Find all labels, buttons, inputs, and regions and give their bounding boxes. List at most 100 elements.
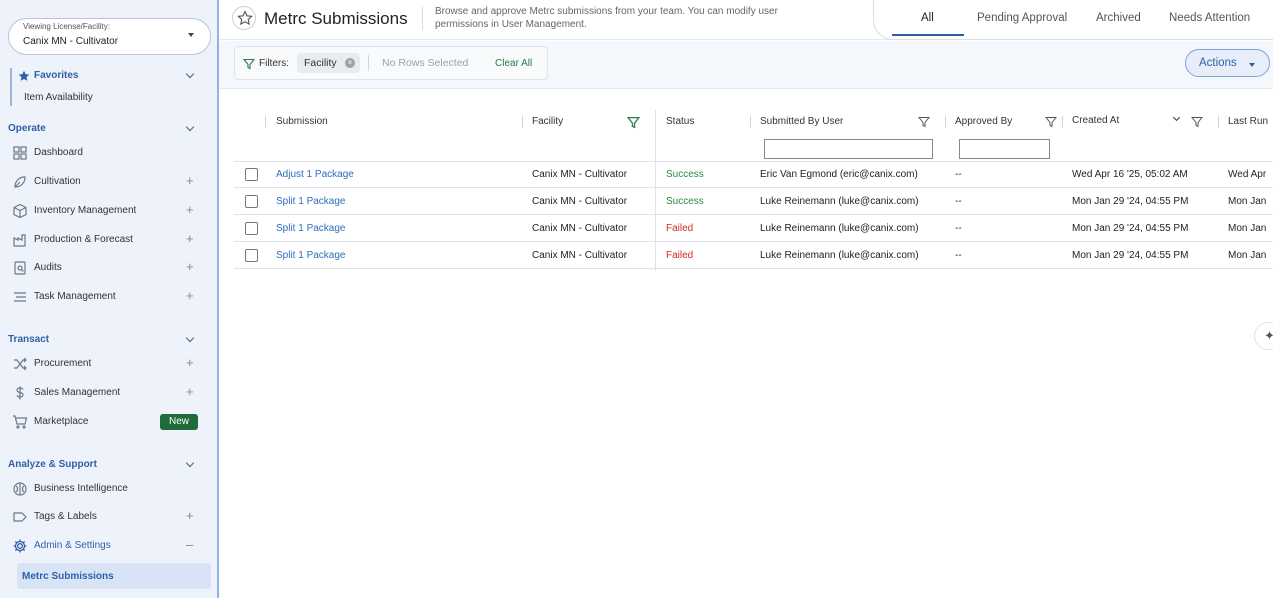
approved-by-cell: -- <box>955 223 962 234</box>
plus-icon[interactable]: + <box>186 509 194 523</box>
favorite-button[interactable] <box>232 6 256 30</box>
sidebar-item-dashboard[interactable]: Dashboard <box>0 141 217 165</box>
license-selector[interactable]: Viewing License/Facility: Canix MN - Cul… <box>8 18 211 55</box>
favorites-header[interactable]: Favorites <box>0 64 217 88</box>
page-header: Metrc Submissions Browse and approve Met… <box>219 0 1273 40</box>
column-header-last-run[interactable]: Last Run <box>1228 116 1268 127</box>
submissions-table: Submission Facility Status Submitted By … <box>234 110 1273 271</box>
column-header-facility[interactable]: Facility <box>532 116 563 127</box>
approved-by-filter-input[interactable] <box>959 139 1050 159</box>
plus-icon[interactable]: + <box>186 232 194 246</box>
list-icon <box>14 292 26 302</box>
row-checkbox[interactable] <box>245 249 258 262</box>
sidebar-item-production-forecast[interactable]: Production & Forecast + <box>0 228 217 252</box>
chevron-down-icon[interactable] <box>185 333 195 343</box>
sidebar-item-procurement[interactable]: Procurement + <box>0 352 217 376</box>
sidebar-item-label: Dashboard <box>34 147 83 158</box>
row-checkbox[interactable] <box>245 168 258 181</box>
table-row[interactable]: Split 1 Package Canix MN - Cultivator Fa… <box>234 242 1273 269</box>
chevron-down-icon <box>185 69 195 79</box>
section-operate[interactable]: Operate <box>8 123 46 134</box>
chevron-down-icon[interactable] <box>185 458 195 468</box>
sidebar-item-inventory-management[interactable]: Inventory Management + <box>0 199 217 223</box>
table-row[interactable]: Split 1 Package Canix MN - Cultivator Su… <box>234 188 1273 215</box>
gear-icon <box>13 539 27 553</box>
sparkle-icon: ✦ <box>1264 328 1273 343</box>
row-checkbox[interactable] <box>245 222 258 235</box>
sidebar-item-item-availability[interactable]: Item Availability <box>0 86 217 110</box>
approved-by-cell: -- <box>955 169 962 180</box>
last-run-cell: Mon Jan <box>1228 196 1267 207</box>
sidebar-item-task-management[interactable]: Task Management + <box>0 285 217 309</box>
filters-divider <box>368 55 369 71</box>
chevron-down-icon[interactable] <box>185 122 195 132</box>
column-header-status[interactable]: Status <box>666 116 694 127</box>
last-run-cell: Wed Apr <box>1228 169 1267 180</box>
sidebar-item-label: Audits <box>34 262 62 273</box>
sidebar-subitem-metrc-submissions[interactable]: Metrc Submissions <box>17 563 211 589</box>
submission-link[interactable]: Split 1 Package <box>276 223 346 234</box>
filter-icon[interactable] <box>918 116 930 128</box>
sidebar-item-audits[interactable]: Audits + <box>0 256 217 280</box>
submission-link[interactable]: Adjust 1 Package <box>276 169 354 180</box>
sort-desc-icon[interactable] <box>1172 113 1181 122</box>
filter-active-icon[interactable] <box>627 116 640 129</box>
tab-needs-attention[interactable]: Needs Attention <box>1169 12 1250 24</box>
column-divider <box>945 116 946 128</box>
cart-icon <box>13 415 28 429</box>
tab-archived[interactable]: Archived <box>1096 12 1141 24</box>
submission-link[interactable]: Split 1 Package <box>276 196 346 207</box>
favorites-label: Favorites <box>34 70 79 81</box>
new-badge: New <box>160 414 198 430</box>
sidebar-item-cultivation[interactable]: Cultivation + <box>0 170 217 194</box>
section-transact[interactable]: Transact <box>8 334 49 345</box>
clear-all-button[interactable]: Clear All <box>495 58 532 69</box>
column-header-submission[interactable]: Submission <box>276 116 328 127</box>
plus-icon[interactable]: + <box>186 385 194 399</box>
column-header-approved-by[interactable]: Approved By <box>955 116 1012 127</box>
submitted-by-filter-input[interactable] <box>764 139 933 159</box>
filter-icon[interactable] <box>1045 116 1057 128</box>
shuffle-icon <box>14 357 27 371</box>
selection-status: No Rows Selected <box>382 57 469 69</box>
sidebar-item-marketplace[interactable]: Marketplace New <box>0 410 217 434</box>
submitted-by-cell: Luke Reinemann (luke@canix.com) <box>760 196 919 207</box>
sidebar-item-label: Procurement <box>34 358 92 369</box>
plus-icon[interactable]: + <box>186 356 194 370</box>
filters-bar: Filters: Facility × No Rows Selected Cle… <box>234 46 548 80</box>
plus-icon[interactable]: + <box>186 260 194 274</box>
column-header-created-at[interactable]: Created At <box>1072 115 1119 126</box>
brain-icon <box>13 482 27 496</box>
sidebar-item-admin-settings[interactable]: Admin & Settings – <box>0 534 217 558</box>
close-icon[interactable]: × <box>345 58 355 68</box>
status-cell: Success <box>666 169 704 180</box>
tab-all[interactable]: All <box>921 12 934 24</box>
minus-icon[interactable]: – <box>186 538 193 552</box>
section-analyze-support[interactable]: Analyze & Support <box>8 459 97 470</box>
sidebar-item-business-intelligence[interactable]: Business Intelligence <box>0 477 217 501</box>
license-value: Canix MN - Cultivator <box>23 36 119 47</box>
plus-icon[interactable]: + <box>186 174 194 188</box>
tab-pending-approval[interactable]: Pending Approval <box>977 12 1067 24</box>
column-divider <box>522 116 523 128</box>
plus-icon[interactable]: + <box>186 203 194 217</box>
sidebar-item-sales-management[interactable]: Sales Management + <box>0 381 217 405</box>
audit-icon <box>14 261 26 275</box>
tag-icon <box>13 512 27 522</box>
filter-icon[interactable] <box>1191 116 1203 128</box>
actions-label: Actions <box>1199 57 1237 69</box>
table-row[interactable]: Adjust 1 Package Canix MN - Cultivator S… <box>234 161 1273 188</box>
row-checkbox[interactable] <box>245 195 258 208</box>
filter-chip-facility[interactable]: Facility × <box>297 53 360 73</box>
column-header-submitted-by[interactable]: Submitted By User <box>760 116 843 127</box>
sidebar-item-tags-labels[interactable]: Tags & Labels + <box>0 505 217 529</box>
facility-cell: Canix MN - Cultivator <box>532 169 628 180</box>
plus-icon[interactable]: + <box>186 289 194 303</box>
actions-button[interactable]: Actions <box>1185 49 1270 77</box>
submission-link[interactable]: Split 1 Package <box>276 250 346 261</box>
chevron-down-icon <box>1249 63 1255 67</box>
table-row[interactable]: Split 1 Package Canix MN - Cultivator Fa… <box>234 215 1273 242</box>
filters-label: Filters: <box>259 58 289 69</box>
assistant-button[interactable]: ✦ <box>1254 322 1273 350</box>
created-at-cell: Wed Apr 16 '25, 05:02 AM <box>1072 169 1188 180</box>
